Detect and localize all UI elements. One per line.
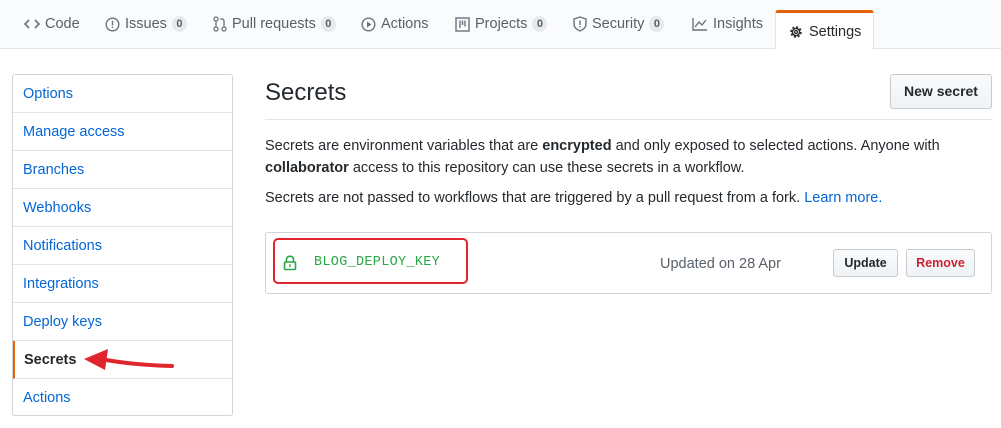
graph-icon <box>692 17 708 31</box>
shield-icon <box>573 16 587 32</box>
remove-secret-button[interactable]: Remove <box>906 249 975 277</box>
tab-label: Projects <box>475 16 528 32</box>
title-divider <box>265 119 992 120</box>
secrets-description: Secrets are environment variables that a… <box>265 138 940 176</box>
repo-nav: Code Issues 0 Pull requests 0 Actions Proj… <box>0 0 1001 50</box>
gear-icon <box>788 24 804 40</box>
tab-label: Actions <box>381 16 429 32</box>
tab-settings[interactable]: Settings <box>775 10 875 50</box>
issue-icon <box>105 16 120 32</box>
fork-note: Secrets are not passed to workflows that… <box>265 190 883 206</box>
page-title: Secrets <box>265 79 347 106</box>
sidebar-item-webhooks[interactable]: Webhooks <box>13 189 232 227</box>
pull-request-counter: 0 <box>320 16 336 32</box>
tab-actions[interactable]: Actions <box>361 12 429 36</box>
tab-insights[interactable]: Insights <box>692 12 763 36</box>
tab-pull-requests[interactable]: Pull requests 0 <box>213 12 336 36</box>
pull-request-icon <box>213 16 227 32</box>
sidebar-item-notifications[interactable]: Notifications <box>13 227 232 265</box>
tab-label: Issues <box>125 16 167 32</box>
annotation-arrow <box>84 349 174 370</box>
secret-updated-date: Updated on 28 Apr <box>660 256 781 272</box>
sidebar-item-deploy-keys[interactable]: Deploy keys <box>13 303 232 341</box>
tab-label: Code <box>45 16 80 32</box>
sidebar-item-options[interactable]: Options <box>13 75 232 113</box>
sidebar-item-branches[interactable]: Branches <box>13 151 232 189</box>
play-icon <box>361 16 376 32</box>
tab-issues[interactable]: Issues 0 <box>105 12 187 36</box>
security-counter: 0 <box>649 16 665 32</box>
update-secret-button[interactable]: Update <box>833 249 898 277</box>
issue-counter: 0 <box>171 16 187 32</box>
annotation-highlight-box <box>273 238 468 284</box>
new-secret-button[interactable]: New secret <box>890 74 992 109</box>
tab-security[interactable]: Security 0 <box>573 12 665 36</box>
code-icon <box>24 17 40 31</box>
project-icon <box>455 16 470 32</box>
tab-projects[interactable]: Projects 0 <box>455 12 548 36</box>
sidebar-item-manage-access[interactable]: Manage access <box>13 113 232 151</box>
tab-label: Settings <box>809 23 862 40</box>
tab-label: Pull requests <box>232 16 316 32</box>
tab-label: Insights <box>713 16 763 32</box>
sidebar-item-integrations[interactable]: Integrations <box>13 265 232 303</box>
sidebar-item-actions[interactable]: Actions <box>13 379 232 417</box>
tab-label: Security <box>592 16 645 32</box>
learn-more-link[interactable]: Learn more. <box>804 190 882 206</box>
tab-code[interactable]: Code <box>24 12 80 36</box>
projects-counter: 0 <box>532 16 548 32</box>
